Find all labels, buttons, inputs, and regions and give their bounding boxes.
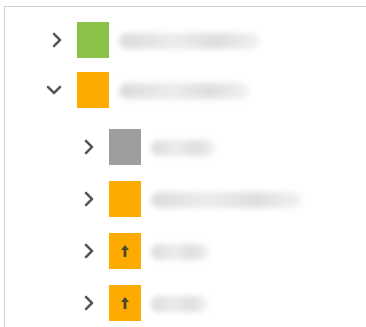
tree-row-1[interactable] — [5, 20, 366, 60]
up-arrow-icon — [121, 245, 129, 257]
orange-square-up-arrow-icon — [109, 285, 141, 321]
redacted-label — [119, 33, 259, 49]
redacted-label — [151, 244, 209, 260]
redacted-label — [151, 296, 207, 312]
orange-square-up-arrow-icon — [109, 233, 141, 269]
tree-row-5[interactable] — [5, 231, 366, 271]
chevron-down-icon[interactable] — [44, 78, 64, 102]
chevron-right-icon[interactable] — [79, 291, 99, 315]
chevron-right-icon[interactable] — [79, 187, 99, 211]
gray-square-icon — [109, 129, 141, 165]
tree-panel — [4, 6, 366, 327]
chevron-right-icon[interactable] — [79, 239, 99, 263]
tree-row-2[interactable] — [5, 70, 366, 110]
orange-square-icon — [109, 181, 141, 217]
redacted-label — [119, 83, 249, 99]
tree-row-4[interactable] — [5, 179, 366, 219]
green-square-icon — [77, 22, 109, 58]
up-arrow-icon — [121, 297, 129, 309]
redacted-label — [151, 192, 301, 208]
chevron-right-icon[interactable] — [47, 28, 67, 52]
chevron-right-icon[interactable] — [79, 135, 99, 159]
orange-square-icon — [77, 72, 109, 108]
tree-row-6[interactable] — [5, 283, 366, 323]
tree-row-3[interactable] — [5, 127, 366, 167]
redacted-label — [151, 140, 215, 156]
